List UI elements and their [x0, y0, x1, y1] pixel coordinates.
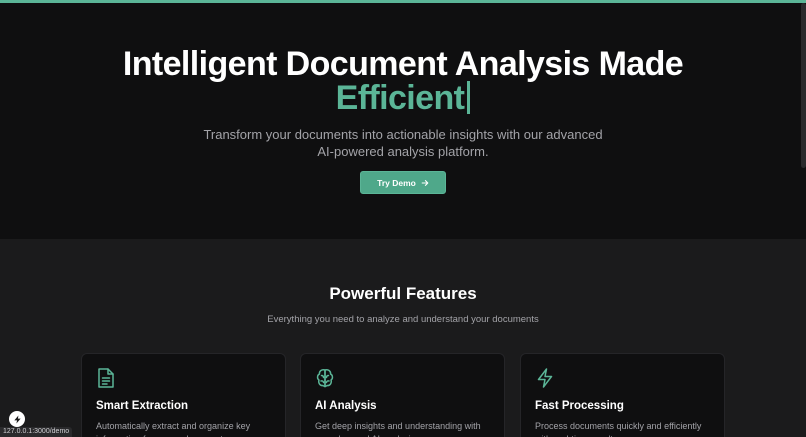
dev-tools-badge[interactable]: [9, 411, 25, 427]
hero-title-line1: Intelligent Document Analysis Made: [122, 45, 684, 83]
feature-card-ai-analysis: AI Analysis Get deep insights and unders…: [300, 353, 505, 437]
hero-title: Intelligent Document Analysis Made Effic…: [0, 47, 806, 115]
hero-subtitle: Transform your documents into actionable…: [203, 127, 603, 159]
feature-card-description: Process documents quickly and efficientl…: [535, 421, 702, 437]
feature-card-title: Smart Extraction: [96, 400, 189, 412]
page-scrollbar[interactable]: [801, 3, 806, 168]
document-icon: [96, 367, 116, 389]
feature-card-title: Fast Processing: [535, 400, 624, 412]
features-subtitle: Everything you need to analyze and under…: [267, 314, 539, 325]
lightning-icon: [13, 414, 21, 424]
arrow-right-icon: [421, 179, 429, 186]
hero-title-line2: Efficient: [0, 81, 806, 115]
hero-section: Intelligent Document Analysis Made Effic…: [0, 3, 806, 239]
feature-card-title: AI Analysis: [315, 400, 377, 412]
features-section: Powerful Features Everything you need to…: [0, 239, 806, 437]
try-demo-button[interactable]: Try Demo: [360, 171, 446, 194]
feature-card-fast-processing: Fast Processing Process documents quickl…: [520, 353, 725, 437]
brain-icon: [315, 367, 335, 389]
hero-title-highlight: Efficient: [335, 79, 465, 117]
feature-card-description: Get deep insights and understanding with…: [315, 421, 481, 437]
status-bar-url: 127.0.0.1:3000/demo: [0, 427, 73, 437]
feature-card-description: Automatically extract and organize key i…: [96, 421, 251, 437]
lightning-icon: [535, 367, 555, 389]
feature-card-smart-extraction: Smart Extraction Automatically extract a…: [81, 353, 286, 437]
typing-cursor: [467, 81, 471, 114]
try-demo-label: Try Demo: [377, 177, 416, 188]
features-title: Powerful Features: [329, 284, 477, 303]
